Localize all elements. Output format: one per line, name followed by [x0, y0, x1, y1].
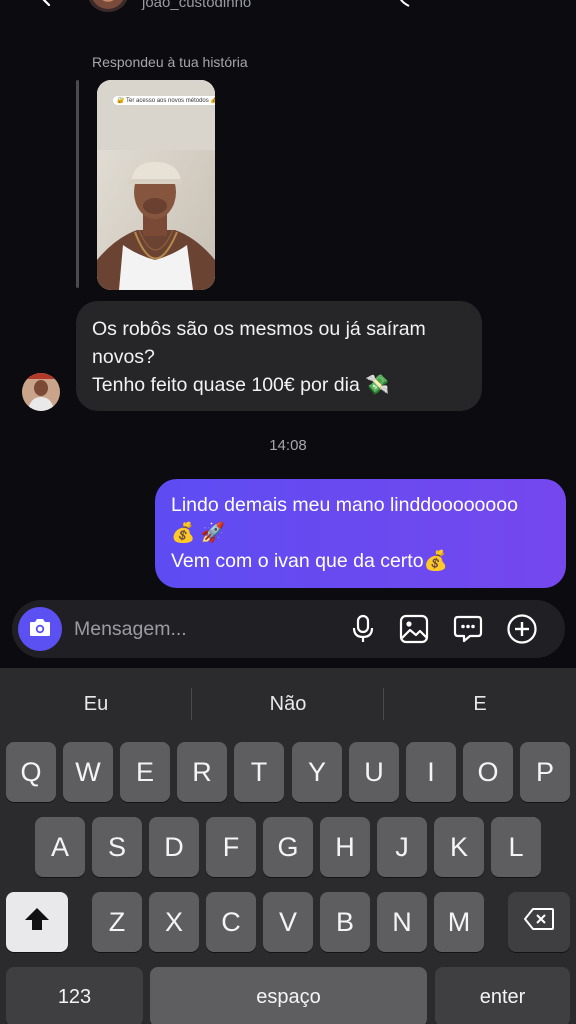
story-thumbnail[interactable]: 🔐 Ter acesso aos novos métodos 💰 — [97, 80, 215, 290]
message-input[interactable] — [74, 614, 334, 644]
key-q[interactable]: Q — [6, 742, 56, 802]
message-text-line: Vem com o ivan que da certo💰 — [171, 550, 448, 572]
suggestion-2[interactable]: Não — [192, 668, 384, 740]
key-t[interactable]: T — [234, 742, 284, 802]
message-timestamp: 14:08 — [269, 437, 307, 454]
key-o[interactable]: O — [463, 742, 513, 802]
key-s[interactable]: S — [92, 817, 142, 877]
key-w[interactable]: W — [63, 742, 113, 802]
chevron-left-icon[interactable] — [38, 0, 54, 7]
keyboard: Eu Não E Q W E R T Y U I O P A S D F G H… — [0, 668, 576, 1024]
key-n[interactable]: N — [377, 892, 427, 952]
key-i[interactable]: I — [406, 742, 456, 802]
key-j[interactable]: J — [377, 817, 427, 877]
microphone-icon[interactable] — [347, 613, 379, 645]
key-u[interactable]: U — [349, 742, 399, 802]
message-text-line: Tenho feito quase 100€ por dia 💸 — [92, 374, 390, 396]
key-r[interactable]: R — [177, 742, 227, 802]
key-v[interactable]: V — [263, 892, 313, 952]
outgoing-message-bubble[interactable]: Lindo demais meu mano linddoooooooo 💰 🚀 … — [155, 479, 566, 588]
key-l[interactable]: L — [491, 817, 541, 877]
space-key[interactable]: espaço — [150, 967, 427, 1024]
key-b[interactable]: B — [320, 892, 370, 952]
story-reply-bar — [76, 80, 79, 288]
chat-header: joao_custodinho — [0, 0, 576, 22]
key-e[interactable]: E — [120, 742, 170, 802]
image-icon[interactable] — [398, 613, 430, 645]
message-composer — [12, 600, 565, 658]
key-f[interactable]: F — [206, 817, 256, 877]
video-icon[interactable] — [452, 0, 474, 8]
enter-key[interactable]: enter — [435, 967, 570, 1024]
story-caption: 🔐 Ter acesso aos novos métodos 💰 — [113, 96, 215, 105]
suggestion-1[interactable]: Eu — [0, 668, 192, 740]
tag-icon[interactable] — [522, 0, 544, 8]
key-a[interactable]: A — [35, 817, 85, 877]
chat-bubble-icon[interactable] — [452, 613, 484, 645]
numbers-key[interactable]: 123 — [6, 967, 143, 1024]
message-text-line: 💰 🚀 — [171, 522, 225, 544]
message-text-line: Lindo demais meu mano linddoooooooo — [171, 494, 518, 516]
key-h[interactable]: H — [320, 817, 370, 877]
key-p[interactable]: P — [520, 742, 570, 802]
backspace-key[interactable] — [508, 892, 570, 952]
key-c[interactable]: C — [206, 892, 256, 952]
key-y[interactable]: Y — [292, 742, 342, 802]
message-text-line: Os robôs são os mesmos ou já saíram — [92, 318, 426, 340]
header-avatar[interactable] — [88, 0, 128, 12]
sender-avatar[interactable] — [22, 373, 60, 411]
key-x[interactable]: X — [149, 892, 199, 952]
key-k[interactable]: K — [434, 817, 484, 877]
phone-icon[interactable] — [395, 0, 417, 8]
shift-arrow-icon — [24, 907, 50, 938]
plus-circle-icon[interactable] — [506, 613, 538, 645]
story-reply-label: Respondeu à tua história — [92, 54, 248, 70]
suggestion-3[interactable]: E — [384, 668, 576, 740]
shift-key[interactable] — [6, 892, 68, 952]
incoming-message-bubble[interactable]: Os robôs são os mesmos ou já saíram novo… — [76, 301, 482, 411]
key-m[interactable]: M — [434, 892, 484, 952]
key-g[interactable]: G — [263, 817, 313, 877]
header-username[interactable]: joao_custodinho — [142, 0, 251, 11]
camera-icon — [28, 616, 52, 643]
key-d[interactable]: D — [149, 817, 199, 877]
key-z[interactable]: Z — [92, 892, 142, 952]
message-text-line: novos? — [92, 346, 155, 368]
backspace-icon — [523, 907, 555, 938]
camera-button[interactable] — [18, 607, 62, 651]
